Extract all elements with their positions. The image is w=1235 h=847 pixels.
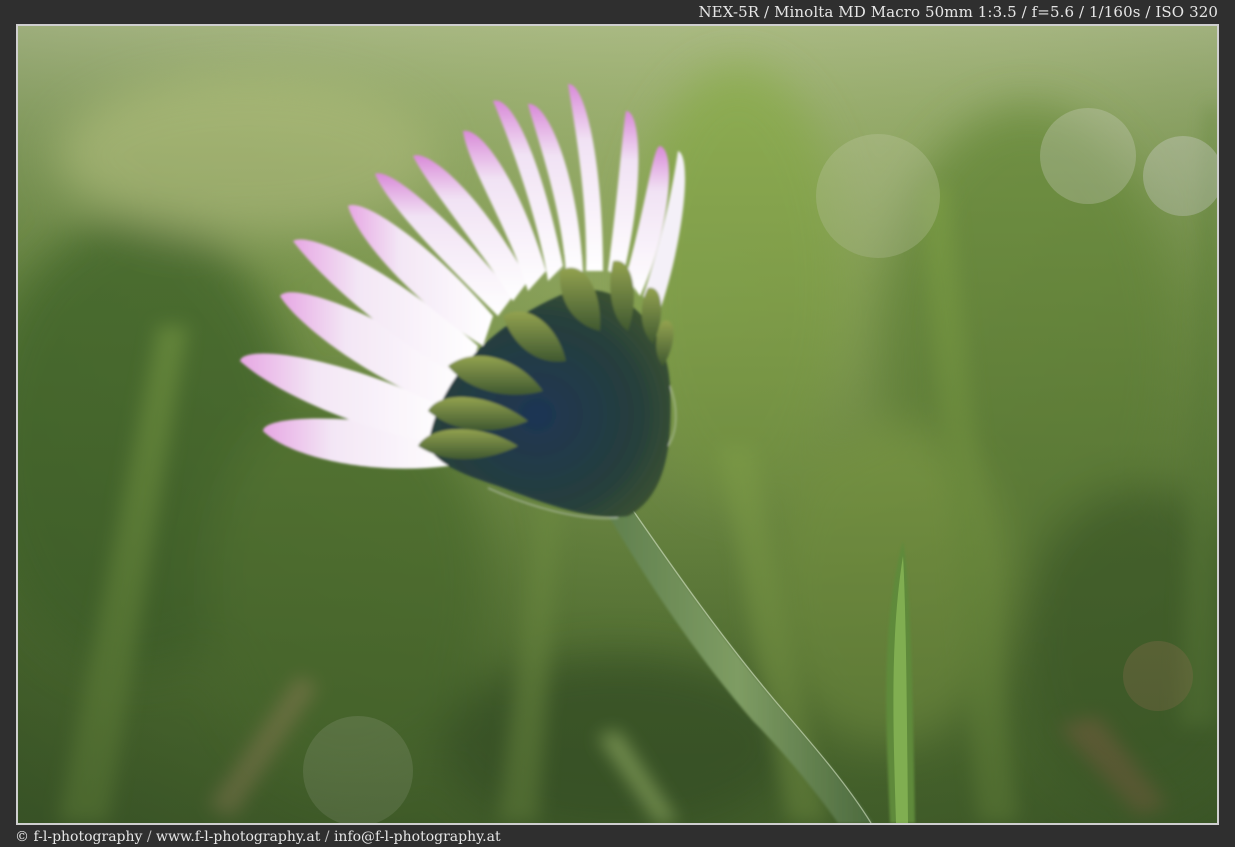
daisy-photo <box>18 26 1217 823</box>
photo-frame <box>16 24 1219 825</box>
credits-separator: / <box>146 829 152 845</box>
copyright-text: © f-l-photography <box>15 829 143 845</box>
website-link[interactable]: www.f-l-photography.at <box>156 829 320 845</box>
email-link[interactable]: info@f-l-photography.at <box>334 829 501 845</box>
credits-separator: / <box>324 829 330 845</box>
exif-caption: NEX-5R / Minolta MD Macro 50mm 1:3.5 / f… <box>698 3 1218 21</box>
photo-credits: © f-l-photography / www.f-l-photography.… <box>15 828 501 846</box>
